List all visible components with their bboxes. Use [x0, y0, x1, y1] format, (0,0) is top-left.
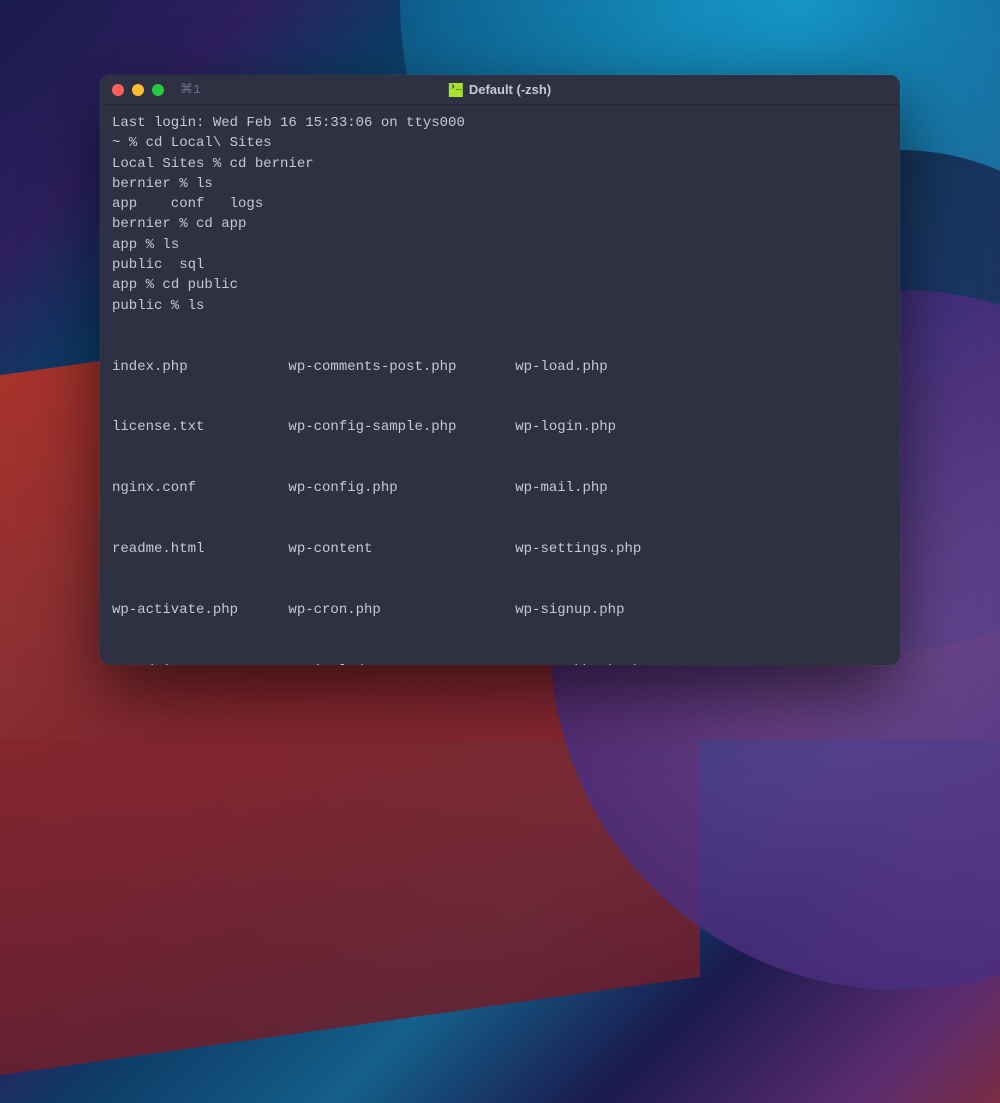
list-item: nginx.conf: [112, 478, 288, 498]
prompt-line: bernier % ls: [112, 174, 888, 194]
tab-label[interactable]: ⌘1: [180, 82, 201, 97]
list-item: wp-load.php: [515, 357, 649, 377]
list-item: wp-activate.php: [112, 600, 288, 620]
ls-output: app conf logs: [112, 194, 888, 214]
prompt-line: bernier % cd app: [112, 214, 888, 234]
title-text: Default (-zsh): [469, 82, 551, 97]
terminal-content[interactable]: Last login: Wed Feb 16 15:33:06 on ttys0…: [100, 105, 900, 665]
list-item: wp-trackback.php: [515, 661, 649, 665]
minimize-button[interactable]: [132, 84, 144, 96]
list-item: wp-config-sample.php: [288, 417, 515, 437]
list-item: wp-signup.php: [515, 600, 649, 620]
traffic-lights: [112, 84, 164, 96]
list-item: wp-comments-post.php: [288, 357, 515, 377]
titlebar[interactable]: ⌘1 Default (-zsh): [100, 75, 900, 105]
terminal-icon: [449, 83, 463, 97]
prompt-line: ~ % cd Local\ Sites: [112, 133, 888, 153]
list-item: wp-cron.php: [288, 600, 515, 620]
prompt-line: app % cd public: [112, 275, 888, 295]
list-item: readme.html: [112, 539, 288, 559]
window-title: Default (-zsh): [449, 82, 551, 97]
list-item: wp-admin: [112, 661, 288, 665]
list-item: wp-content: [288, 539, 515, 559]
close-button[interactable]: [112, 84, 124, 96]
list-item: wp-mail.php: [515, 478, 649, 498]
prompt-line: Local Sites % cd bernier: [112, 154, 888, 174]
prompt-line: public % ls: [112, 296, 888, 316]
list-item: index.php: [112, 357, 288, 377]
maximize-button[interactable]: [152, 84, 164, 96]
terminal-window: ⌘1 Default (-zsh) Last login: Wed Feb 16…: [100, 75, 900, 665]
list-item: wp-includes: [288, 661, 515, 665]
ls-output-columns: index.php license.txt nginx.conf readme.…: [112, 316, 888, 665]
list-item: wp-settings.php: [515, 539, 649, 559]
list-item: license.txt: [112, 417, 288, 437]
last-login-line: Last login: Wed Feb 16 15:33:06 on ttys0…: [112, 113, 888, 133]
ls-output: public sql: [112, 255, 888, 275]
list-item: wp-login.php: [515, 417, 649, 437]
prompt-line: app % ls: [112, 235, 888, 255]
list-item: wp-config.php: [288, 478, 515, 498]
